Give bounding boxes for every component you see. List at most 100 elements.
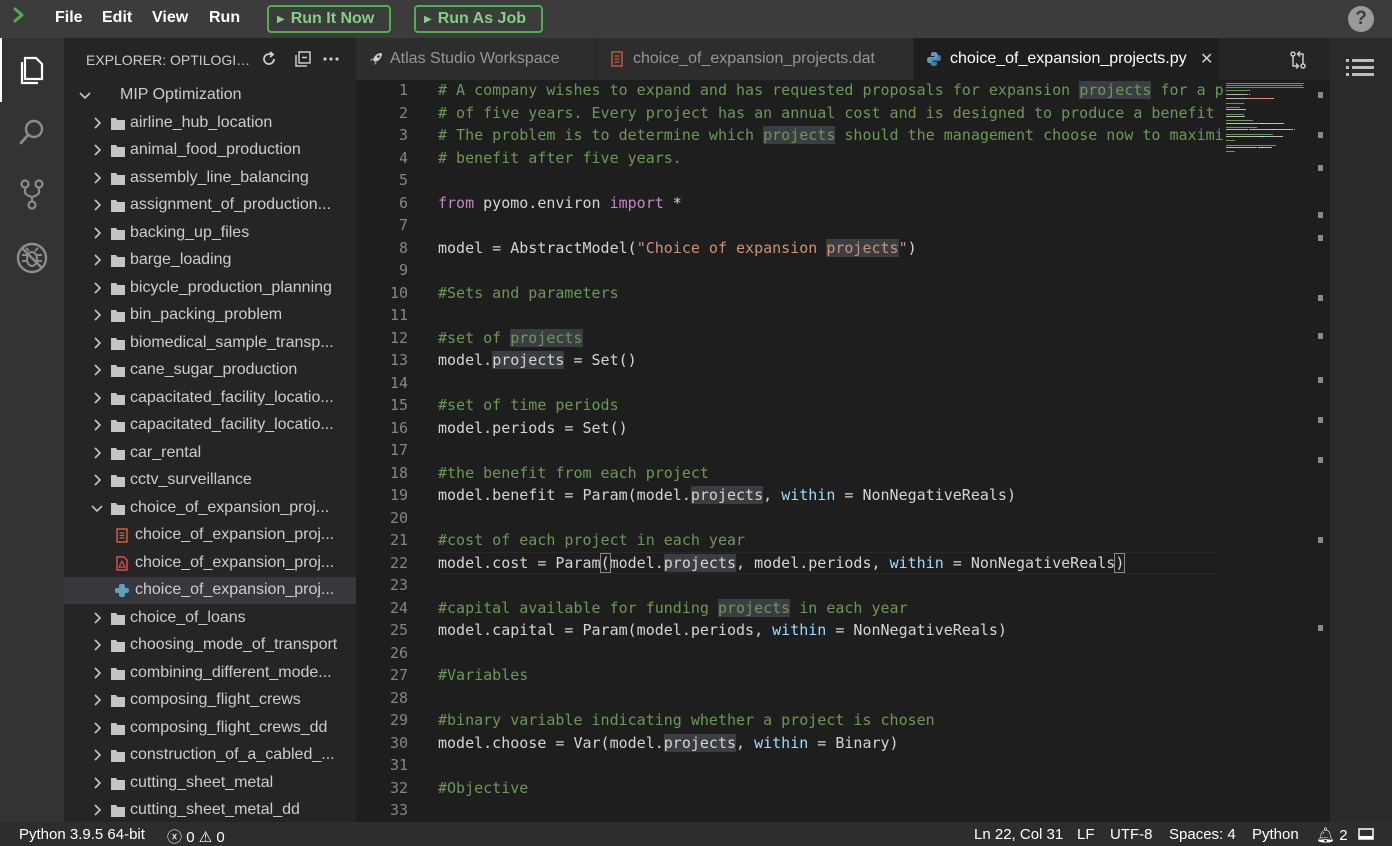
chevron-right-icon[interactable] bbox=[90, 198, 104, 212]
menu-file[interactable]: File bbox=[55, 9, 83, 27]
tree-folder[interactable]: capacitated_facility_locatio... bbox=[64, 385, 356, 412]
code-line[interactable]: 5 bbox=[356, 169, 1220, 192]
tree-folder[interactable]: cane_sugar_production bbox=[64, 357, 356, 384]
code-line[interactable]: 19 model.benefit = Param(model.projects, … bbox=[356, 484, 1220, 507]
code-line[interactable]: 30 model.choose = Var(model.projects, wit… bbox=[356, 732, 1220, 755]
encoding[interactable]: UTF-8 bbox=[1110, 826, 1153, 843]
tree-folder[interactable]: bin_packing_problem bbox=[64, 302, 356, 329]
chevron-right-icon[interactable] bbox=[90, 226, 104, 240]
code-line[interactable]: 23 bbox=[356, 574, 1220, 597]
code-line[interactable]: 25 model.capital = Param(model.periods, w… bbox=[356, 619, 1220, 642]
collapse-all-icon[interactable] bbox=[294, 50, 312, 68]
code-editor[interactable]: 1 # A company wishes to expand and has re… bbox=[356, 80, 1330, 822]
code-line[interactable]: 24 #capital available for funding project… bbox=[356, 597, 1220, 620]
code-line[interactable]: 11 bbox=[356, 304, 1220, 327]
code-line[interactable]: 4 # benefit after five years. bbox=[356, 147, 1220, 170]
tree-folder[interactable]: choosing_mode_of_transport bbox=[64, 632, 356, 659]
chevron-right-icon[interactable] bbox=[90, 638, 104, 652]
code-line[interactable]: 8 model = AbstractModel("Choice of expans… bbox=[356, 237, 1220, 260]
code-line[interactable]: 9 bbox=[356, 259, 1220, 282]
tab-dat-file[interactable]: choice_of_expansion_projects.dat bbox=[597, 38, 914, 80]
code-line[interactable]: 3 # The problem is to determine which pro… bbox=[356, 124, 1224, 147]
code-line[interactable]: 17 bbox=[356, 439, 1220, 462]
tree-folder[interactable]: barge_loading bbox=[64, 247, 356, 274]
code-line[interactable]: 1 # A company wishes to expand and has re… bbox=[356, 80, 1224, 102]
code-line[interactable]: 22 model.cost = Param(model.projects, mod… bbox=[356, 552, 1220, 575]
code-line[interactable]: 32 #Objective bbox=[356, 777, 1220, 800]
code-line[interactable]: 10 #Sets and parameters bbox=[356, 282, 1220, 305]
compare-changes-icon[interactable] bbox=[1288, 50, 1308, 70]
tree-folder[interactable]: animal_food_production bbox=[64, 137, 356, 164]
code-line[interactable]: 13 model.projects = Set() bbox=[356, 349, 1220, 372]
code-line[interactable]: 31 bbox=[356, 754, 1220, 777]
tree-folder[interactable]: cutting_sheet_metal bbox=[64, 770, 356, 797]
chevron-right-icon[interactable] bbox=[90, 363, 104, 377]
run-as-job-button[interactable]: ▶ Run As Job bbox=[414, 5, 543, 33]
tree-file[interactable]: choice_of_expansion_proj... bbox=[64, 550, 356, 577]
chevron-right-icon[interactable] bbox=[90, 308, 104, 322]
chevron-right-icon[interactable] bbox=[90, 666, 104, 680]
source-control-icon[interactable] bbox=[14, 176, 50, 212]
tree-file[interactable]: choice_of_expansion_proj... bbox=[64, 522, 356, 549]
tree-root-folder[interactable]: MIP Optimization bbox=[64, 82, 356, 109]
refresh-icon[interactable] bbox=[260, 50, 278, 68]
code-line[interactable]: 26 bbox=[356, 642, 1220, 665]
code-line[interactable]: 2 # of five years. Every project has an a… bbox=[356, 102, 1220, 125]
chevron-right-icon[interactable] bbox=[90, 721, 104, 735]
chevron-down-icon[interactable] bbox=[90, 501, 104, 515]
chevron-right-icon[interactable] bbox=[90, 116, 104, 130]
chevron-right-icon[interactable] bbox=[90, 693, 104, 707]
chevron-right-icon[interactable] bbox=[90, 336, 104, 350]
menu-view[interactable]: View bbox=[152, 9, 188, 27]
tab-py-file[interactable]: choice_of_expansion_projects.py ✕ bbox=[914, 38, 1220, 80]
chevron-right-icon[interactable] bbox=[90, 446, 104, 460]
more-actions-icon[interactable] bbox=[322, 50, 340, 68]
tree-folder[interactable]: biomedical_sample_transp... bbox=[64, 330, 356, 357]
chevron-right-icon[interactable] bbox=[90, 803, 104, 817]
tree-folder-open[interactable]: choice_of_expansion_proj... bbox=[64, 495, 356, 522]
debug-icon[interactable] bbox=[14, 240, 50, 276]
code-line[interactable]: 16 model.periods = Set() bbox=[356, 417, 1220, 440]
code-line[interactable]: 14 bbox=[356, 372, 1220, 395]
tree-folder[interactable]: backing_up_files bbox=[64, 220, 356, 247]
language-mode[interactable]: Python bbox=[1252, 826, 1299, 843]
code-line[interactable]: 20 bbox=[356, 507, 1220, 530]
run-it-now-button[interactable]: ▶ Run It Now bbox=[267, 5, 391, 33]
code-line[interactable]: 12 #set of projects bbox=[356, 327, 1220, 350]
editor-scrollbar[interactable] bbox=[1318, 80, 1330, 822]
code-line[interactable]: 33 bbox=[356, 799, 1220, 822]
notifications[interactable]: 🔔︎ 2 bbox=[1316, 826, 1348, 844]
minimap[interactable] bbox=[1220, 80, 1320, 822]
code-line[interactable]: 27 #Variables bbox=[356, 664, 1220, 687]
chevron-right-icon[interactable] bbox=[90, 171, 104, 185]
code-line[interactable]: 21 #cost of each project in each year bbox=[356, 529, 1220, 552]
code-line[interactable]: 18 #the benefit from each project bbox=[356, 462, 1220, 485]
tree-folder[interactable]: assignment_of_production... bbox=[64, 192, 356, 219]
chevron-right-icon[interactable] bbox=[90, 391, 104, 405]
code-line[interactable]: 15 #set of time periods bbox=[356, 394, 1220, 417]
tree-folder[interactable]: airline_hub_location bbox=[64, 110, 356, 137]
search-icon[interactable] bbox=[14, 114, 50, 150]
chevron-right-icon[interactable] bbox=[90, 253, 104, 267]
close-tab-icon[interactable]: ✕ bbox=[1200, 49, 1213, 69]
explorer-files-icon[interactable] bbox=[14, 52, 50, 88]
tree-folder[interactable]: combining_different_mode... bbox=[64, 660, 356, 687]
code-line[interactable]: 6 from pyomo.environ import * bbox=[356, 192, 1220, 215]
tree-folder[interactable]: composing_flight_crews bbox=[64, 687, 356, 714]
tree-folder[interactable]: capacitated_facility_locatio... bbox=[64, 412, 356, 439]
menu-edit[interactable]: Edit bbox=[102, 9, 132, 27]
code-line[interactable]: 7 bbox=[356, 214, 1220, 237]
tree-file[interactable]: choice_of_expansion_proj... bbox=[64, 577, 356, 604]
tree-folder[interactable]: choice_of_loans bbox=[64, 605, 356, 632]
chevron-right-icon[interactable] bbox=[90, 611, 104, 625]
tree-folder[interactable]: bicycle_production_planning bbox=[64, 275, 356, 302]
chevron-right-icon[interactable] bbox=[90, 748, 104, 762]
tree-folder[interactable]: cutting_sheet_metal_dd bbox=[64, 797, 356, 822]
chevron-right-icon[interactable] bbox=[90, 418, 104, 432]
indentation[interactable]: Spaces: 4 bbox=[1169, 826, 1236, 843]
tab-atlas-studio-workspace[interactable]: Atlas Studio Workspace bbox=[356, 38, 597, 80]
outline-list-icon[interactable] bbox=[1344, 56, 1376, 82]
code-line[interactable]: 28 bbox=[356, 687, 1220, 710]
feedback-icon[interactable] bbox=[1358, 828, 1374, 840]
menu-run[interactable]: Run bbox=[209, 9, 240, 27]
